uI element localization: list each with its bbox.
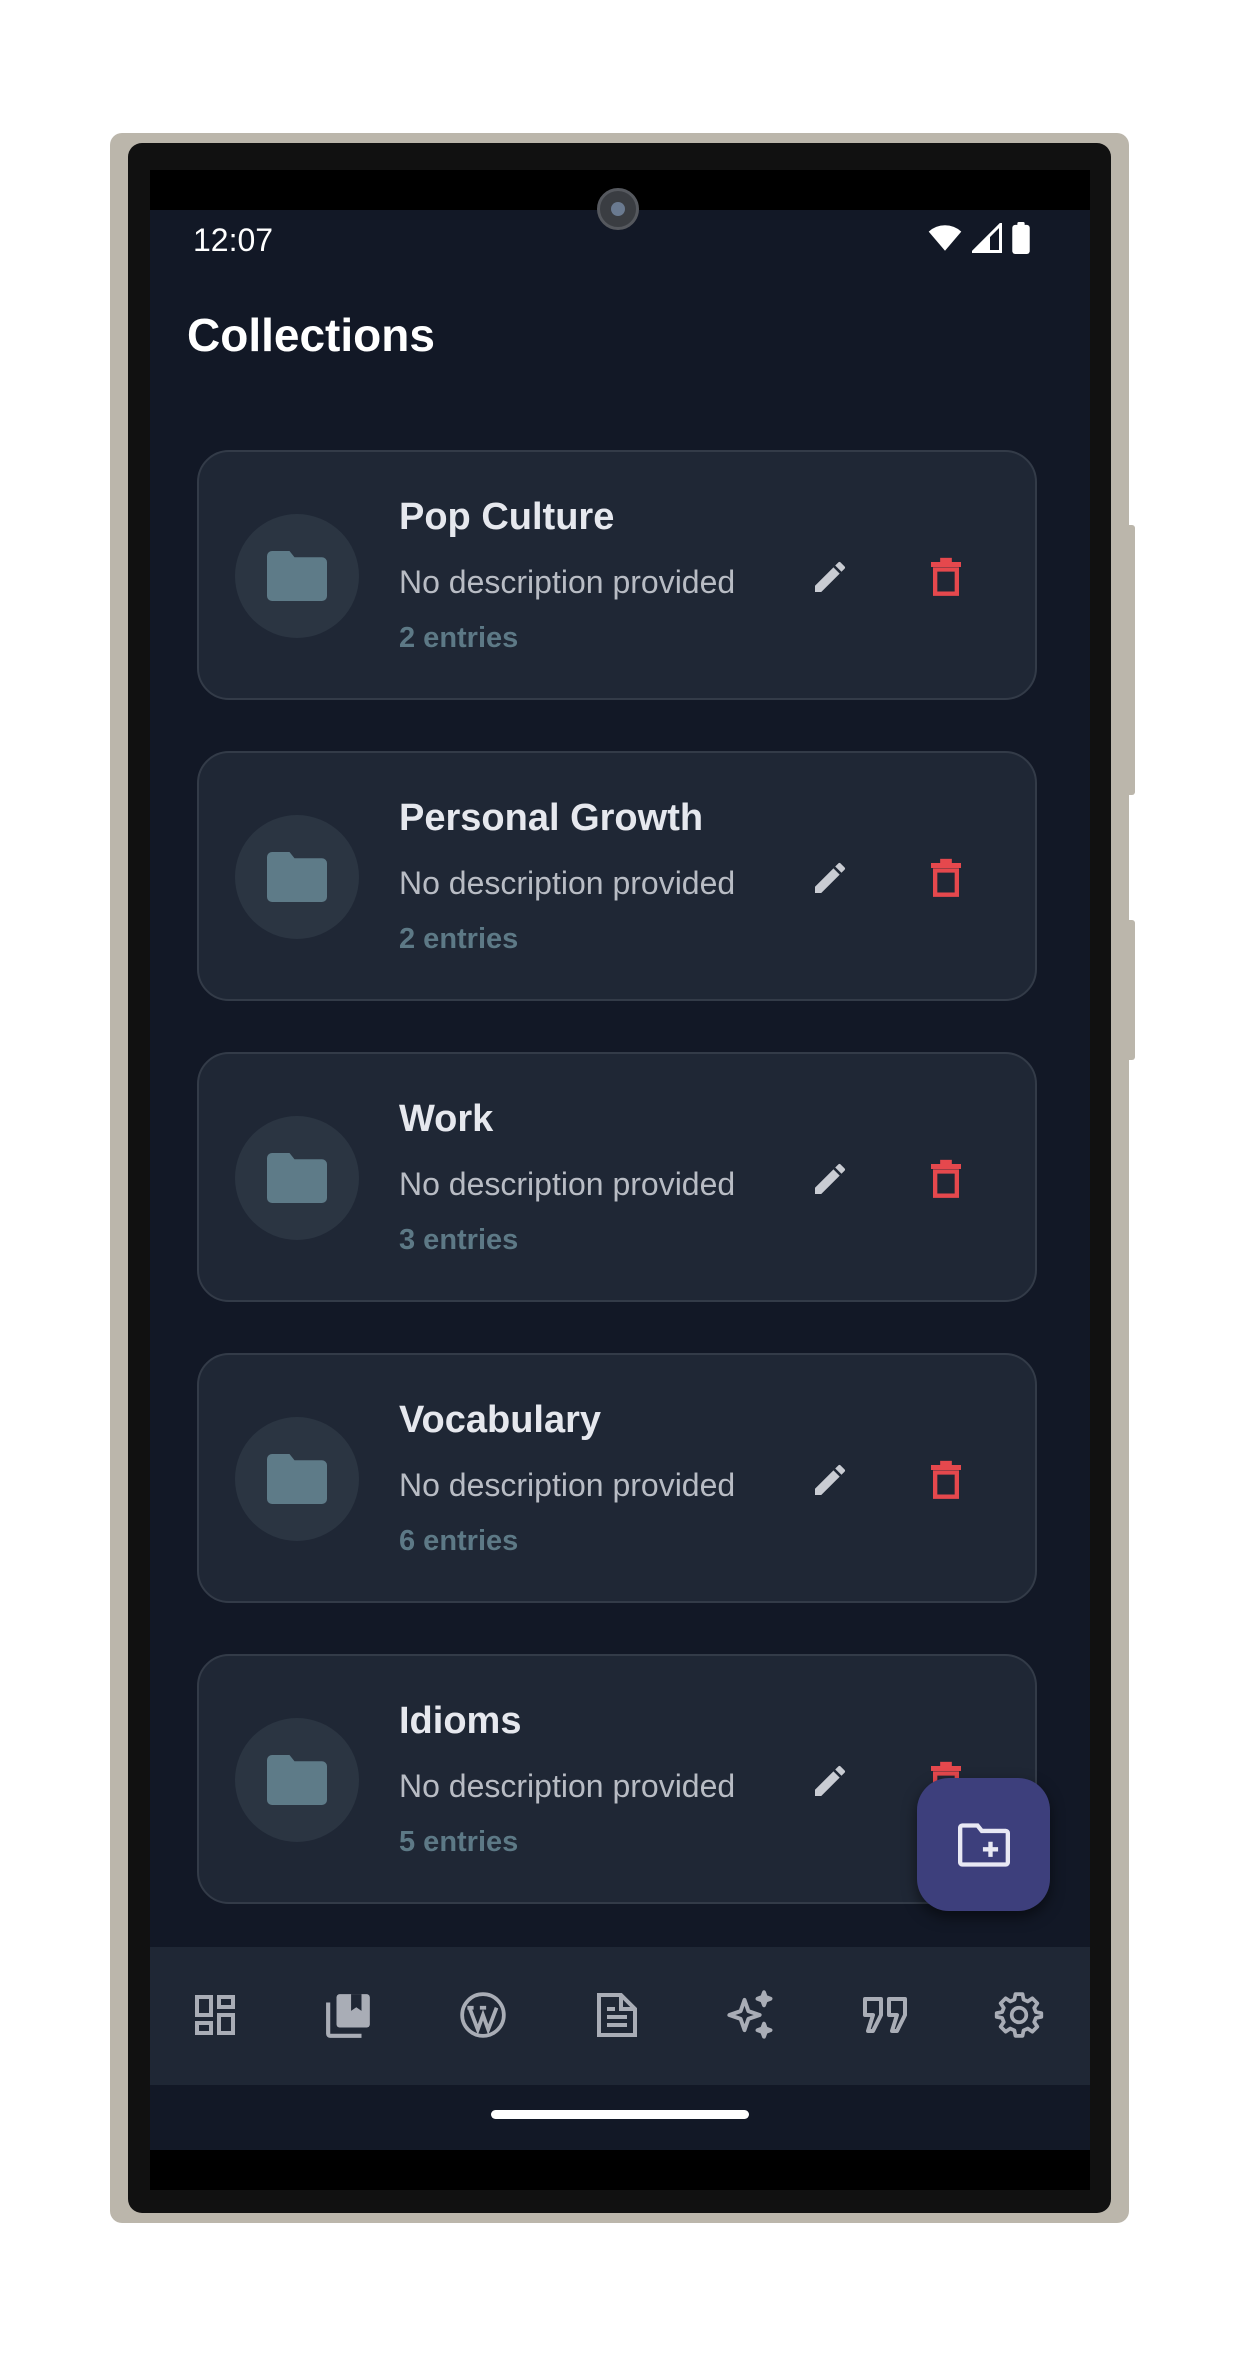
collection-entry-count: 2 entries xyxy=(399,622,519,654)
nav-item-settings[interactable] xyxy=(989,1985,1049,2045)
side-button-upper xyxy=(1125,525,1135,795)
collection-name: Idioms xyxy=(399,1700,522,1742)
collection-description: No description provided xyxy=(399,1166,736,1202)
collection-name: Vocabulary xyxy=(399,1399,602,1441)
pencil-icon xyxy=(815,1765,846,1796)
collections-bookmark-icon xyxy=(326,1994,370,2038)
pencil-icon xyxy=(815,1163,846,1194)
settings-gear-icon xyxy=(994,1992,1044,2038)
edit-button[interactable] xyxy=(805,853,855,903)
trash-icon xyxy=(931,1460,961,1499)
nav-item-dashboard[interactable] xyxy=(185,1985,245,2045)
collection-card[interactable]: Vocabulary No description provided 6 ent… xyxy=(197,1353,1037,1603)
home-indicator[interactable] xyxy=(491,2110,749,2119)
delete-button[interactable] xyxy=(921,1154,971,1204)
edit-button[interactable] xyxy=(805,552,855,602)
add-collection-fab[interactable] xyxy=(917,1778,1050,1911)
collection-description: No description provided xyxy=(399,1768,736,1804)
wifi-icon xyxy=(928,225,962,251)
status-time: 12:07 xyxy=(193,222,274,258)
folder-avatar xyxy=(235,514,359,638)
collection-description: No description provided xyxy=(399,865,736,901)
bottom-navigation xyxy=(150,1947,1090,2085)
battery-icon xyxy=(1012,222,1030,254)
collection-card[interactable]: Idioms No description provided 5 entries xyxy=(197,1654,1037,1904)
collection-entry-count: 6 entries xyxy=(399,1525,519,1557)
article-icon xyxy=(597,1993,637,2037)
collection-name: Pop Culture xyxy=(399,496,615,538)
collection-card[interactable]: Pop Culture No description provided 2 en… xyxy=(197,450,1037,700)
sparkles-icon xyxy=(727,1990,773,2039)
delete-button[interactable] xyxy=(921,1455,971,1505)
folder-avatar xyxy=(235,815,359,939)
front-camera xyxy=(597,188,639,230)
cellular-signal-icon xyxy=(972,223,1002,253)
trash-icon xyxy=(931,557,961,596)
pencil-icon xyxy=(815,862,846,893)
folder-avatar xyxy=(235,1116,359,1240)
collection-card[interactable]: Personal Growth No description provided … xyxy=(197,751,1037,1001)
wordpress-icon xyxy=(460,1992,506,2038)
folder-icon xyxy=(267,852,327,902)
folder-avatar xyxy=(235,1718,359,1842)
folder-icon xyxy=(267,551,327,601)
dashboard-icon xyxy=(195,1995,235,2035)
quote-icon xyxy=(863,1997,907,2033)
folder-avatar xyxy=(235,1417,359,1541)
folder-icon xyxy=(267,1454,327,1504)
pencil-icon xyxy=(815,1464,846,1495)
nav-item-articles[interactable] xyxy=(587,1985,647,2045)
page-title: Collections xyxy=(187,309,435,361)
edit-button[interactable] xyxy=(805,1455,855,1505)
status-icons xyxy=(928,222,1030,254)
collection-entry-count: 5 entries xyxy=(399,1826,519,1858)
trash-icon xyxy=(931,858,961,897)
delete-button[interactable] xyxy=(921,853,971,903)
nav-item-wordpress[interactable] xyxy=(453,1985,513,2045)
trash-icon xyxy=(931,1159,961,1198)
edit-button[interactable] xyxy=(805,1154,855,1204)
create-new-folder-icon xyxy=(957,1822,1010,1867)
collection-description: No description provided xyxy=(399,564,736,600)
collection-name: Personal Growth xyxy=(399,797,704,839)
collection-name: Work xyxy=(399,1098,494,1140)
side-button-lower xyxy=(1125,920,1135,1060)
nav-item-quotes[interactable] xyxy=(855,1985,915,2045)
collection-entry-count: 2 entries xyxy=(399,923,519,955)
edit-button[interactable] xyxy=(805,1756,855,1806)
collection-description: No description provided xyxy=(399,1467,736,1503)
folder-icon xyxy=(267,1153,327,1203)
bottom-bezel xyxy=(150,2150,1090,2190)
collection-card[interactable]: Work No description provided 3 entries xyxy=(197,1052,1037,1302)
screen: 12:07 Collections Pop Culture No descrip… xyxy=(150,170,1090,2190)
delete-button[interactable] xyxy=(921,552,971,602)
nav-item-ai[interactable] xyxy=(721,1985,781,2045)
collection-entry-count: 3 entries xyxy=(399,1224,519,1256)
nav-item-collections[interactable] xyxy=(319,1985,379,2045)
pencil-icon xyxy=(815,561,846,592)
folder-icon xyxy=(267,1755,327,1805)
